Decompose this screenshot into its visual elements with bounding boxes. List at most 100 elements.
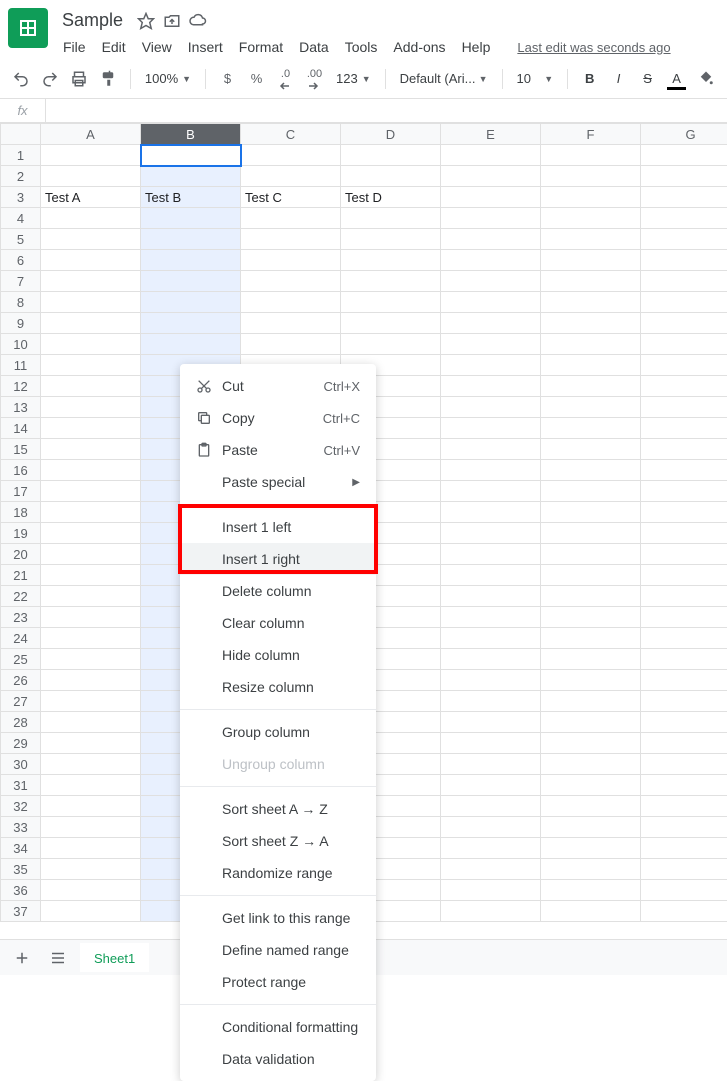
cell[interactable]	[541, 607, 641, 628]
cell[interactable]	[341, 271, 441, 292]
row-header[interactable]: 35	[1, 859, 41, 880]
cell[interactable]	[341, 208, 441, 229]
cell[interactable]	[541, 460, 641, 481]
cell[interactable]	[541, 418, 641, 439]
ctx-resize-column[interactable]: Resize column	[180, 671, 376, 703]
row-header[interactable]: 28	[1, 712, 41, 733]
cell[interactable]	[241, 334, 341, 355]
cell[interactable]	[441, 838, 541, 859]
bold-button[interactable]: B	[576, 65, 603, 93]
cell[interactable]	[441, 313, 541, 334]
row-header[interactable]: 23	[1, 607, 41, 628]
star-icon[interactable]	[137, 12, 155, 30]
cell[interactable]	[441, 775, 541, 796]
cell[interactable]	[41, 607, 141, 628]
cell[interactable]	[41, 670, 141, 691]
italic-button[interactable]: I	[605, 65, 632, 93]
cell[interactable]	[41, 901, 141, 922]
column-header[interactable]: B	[141, 124, 241, 145]
cell[interactable]	[441, 670, 541, 691]
cell[interactable]	[441, 250, 541, 271]
row-header[interactable]: 12	[1, 376, 41, 397]
print-button[interactable]	[66, 65, 93, 93]
cell[interactable]	[641, 208, 727, 229]
cell[interactable]	[441, 523, 541, 544]
cell[interactable]	[341, 292, 441, 313]
cell[interactable]	[41, 628, 141, 649]
last-edit-link[interactable]: Last edit was seconds ago	[517, 40, 670, 55]
cell[interactable]	[641, 460, 727, 481]
ctx-named-range[interactable]: Define named range	[180, 934, 376, 966]
cell[interactable]	[441, 208, 541, 229]
column-header[interactable]: C	[241, 124, 341, 145]
cell[interactable]	[641, 859, 727, 880]
cell[interactable]	[41, 229, 141, 250]
cell[interactable]	[641, 670, 727, 691]
cell[interactable]	[41, 313, 141, 334]
cell[interactable]	[541, 187, 641, 208]
column-header[interactable]: A	[41, 124, 141, 145]
cell[interactable]	[441, 229, 541, 250]
font-combo[interactable]: Default (Ari...▼	[394, 65, 494, 93]
cell[interactable]	[541, 880, 641, 901]
cell[interactable]	[41, 166, 141, 187]
cell[interactable]	[541, 628, 641, 649]
menu-format[interactable]: Format	[232, 35, 290, 59]
cell[interactable]	[41, 250, 141, 271]
cell[interactable]	[441, 544, 541, 565]
sheet-tab[interactable]: Sheet1	[80, 943, 149, 972]
cell[interactable]	[441, 439, 541, 460]
menu-view[interactable]: View	[135, 35, 179, 59]
cell[interactable]	[541, 208, 641, 229]
row-header[interactable]: 30	[1, 754, 41, 775]
undo-button[interactable]	[8, 65, 35, 93]
cell[interactable]	[541, 649, 641, 670]
cell[interactable]	[641, 376, 727, 397]
cell[interactable]	[641, 397, 727, 418]
menu-tools[interactable]: Tools	[338, 35, 385, 59]
row-header[interactable]: 24	[1, 628, 41, 649]
cell[interactable]	[641, 775, 727, 796]
row-header[interactable]: 8	[1, 292, 41, 313]
cell[interactable]	[41, 565, 141, 586]
row-header[interactable]: 1	[1, 145, 41, 166]
cell[interactable]	[41, 481, 141, 502]
cell[interactable]: Test A	[41, 187, 141, 208]
cell[interactable]	[41, 439, 141, 460]
row-header[interactable]: 13	[1, 397, 41, 418]
ctx-copy[interactable]: Copy Ctrl+C	[180, 402, 376, 434]
cell[interactable]	[641, 439, 727, 460]
cell[interactable]	[641, 523, 727, 544]
cell[interactable]	[541, 733, 641, 754]
cell[interactable]	[541, 439, 641, 460]
cell[interactable]	[141, 271, 241, 292]
decrease-decimal-button[interactable]: .0	[272, 65, 299, 93]
row-header[interactable]: 25	[1, 649, 41, 670]
cell[interactable]	[641, 334, 727, 355]
cell[interactable]	[341, 334, 441, 355]
ctx-sort-za[interactable]: Sort sheet Z → A	[180, 825, 376, 857]
column-header[interactable]: F	[541, 124, 641, 145]
cell[interactable]	[41, 397, 141, 418]
formula-input[interactable]	[46, 99, 727, 122]
row-header[interactable]: 7	[1, 271, 41, 292]
cell[interactable]	[641, 544, 727, 565]
cell[interactable]	[641, 796, 727, 817]
ctx-group-column[interactable]: Group column	[180, 716, 376, 748]
row-header[interactable]: 36	[1, 880, 41, 901]
row-header[interactable]: 3	[1, 187, 41, 208]
ctx-delete-column[interactable]: Delete column	[180, 575, 376, 607]
cell[interactable]	[541, 691, 641, 712]
cell[interactable]	[241, 208, 341, 229]
row-header[interactable]: 22	[1, 586, 41, 607]
redo-button[interactable]	[37, 65, 64, 93]
cell[interactable]	[141, 208, 241, 229]
cell[interactable]	[541, 544, 641, 565]
text-color-button[interactable]: A	[663, 65, 690, 93]
cell[interactable]: Test C	[241, 187, 341, 208]
cell[interactable]	[641, 166, 727, 187]
row-header[interactable]: 4	[1, 208, 41, 229]
cell[interactable]	[641, 313, 727, 334]
cell[interactable]	[541, 229, 641, 250]
increase-decimal-button[interactable]: .00	[301, 65, 328, 93]
